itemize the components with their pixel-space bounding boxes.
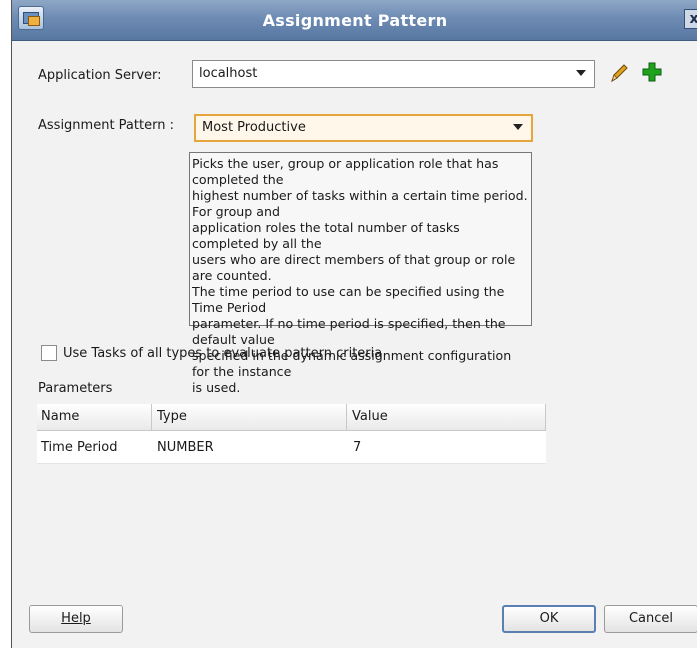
use-all-tasks-checkbox[interactable] (41, 345, 57, 361)
column-header-name[interactable]: Name (41, 409, 79, 424)
param-value-cell[interactable]: 7 (353, 440, 361, 455)
assignment-pattern-select[interactable]: Most Productive (194, 114, 533, 142)
help-button[interactable]: Help (29, 605, 123, 633)
parameters-table: Name Type Value Time Period NUMBER 7 (37, 404, 546, 464)
parameters-heading: Parameters (38, 381, 113, 396)
dialog-title: Assignment Pattern (262, 11, 448, 30)
assignment-pattern-value: Most Productive (202, 120, 306, 135)
app-server-label: Application Server: (38, 68, 162, 83)
param-type-cell[interactable]: NUMBER (157, 440, 214, 455)
title-bar[interactable]: Assignment Pattern x (12, 0, 697, 41)
cancel-button[interactable]: Cancel (604, 605, 697, 633)
table-row[interactable]: Time Period NUMBER 7 (37, 431, 546, 464)
use-all-tasks-label[interactable]: Use Tasks of all types to evaluate patte… (63, 346, 382, 361)
assignment-pattern-dialog: Assignment Pattern x Application Server:… (11, 0, 697, 648)
ok-button[interactable]: OK (502, 605, 596, 633)
column-divider[interactable] (346, 404, 347, 430)
pencil-icon[interactable] (608, 62, 630, 84)
table-header: Name Type Value (37, 404, 546, 431)
help-button-label: Help (61, 611, 91, 626)
app-server-select[interactable]: localhost (192, 60, 595, 88)
chevron-down-icon (576, 70, 586, 76)
pattern-description: Picks the user, group or application rol… (189, 152, 532, 395)
app-server-value: localhost (199, 66, 258, 81)
close-button[interactable]: x (684, 9, 697, 29)
assignment-pattern-label: Assignment Pattern : (38, 118, 174, 133)
chevron-down-icon (513, 124, 523, 130)
column-divider (545, 404, 546, 430)
column-header-value[interactable]: Value (352, 409, 388, 424)
plus-icon[interactable] (642, 62, 662, 82)
column-divider[interactable] (151, 404, 152, 430)
column-header-type[interactable]: Type (157, 409, 187, 424)
param-name-cell[interactable]: Time Period (41, 440, 117, 455)
